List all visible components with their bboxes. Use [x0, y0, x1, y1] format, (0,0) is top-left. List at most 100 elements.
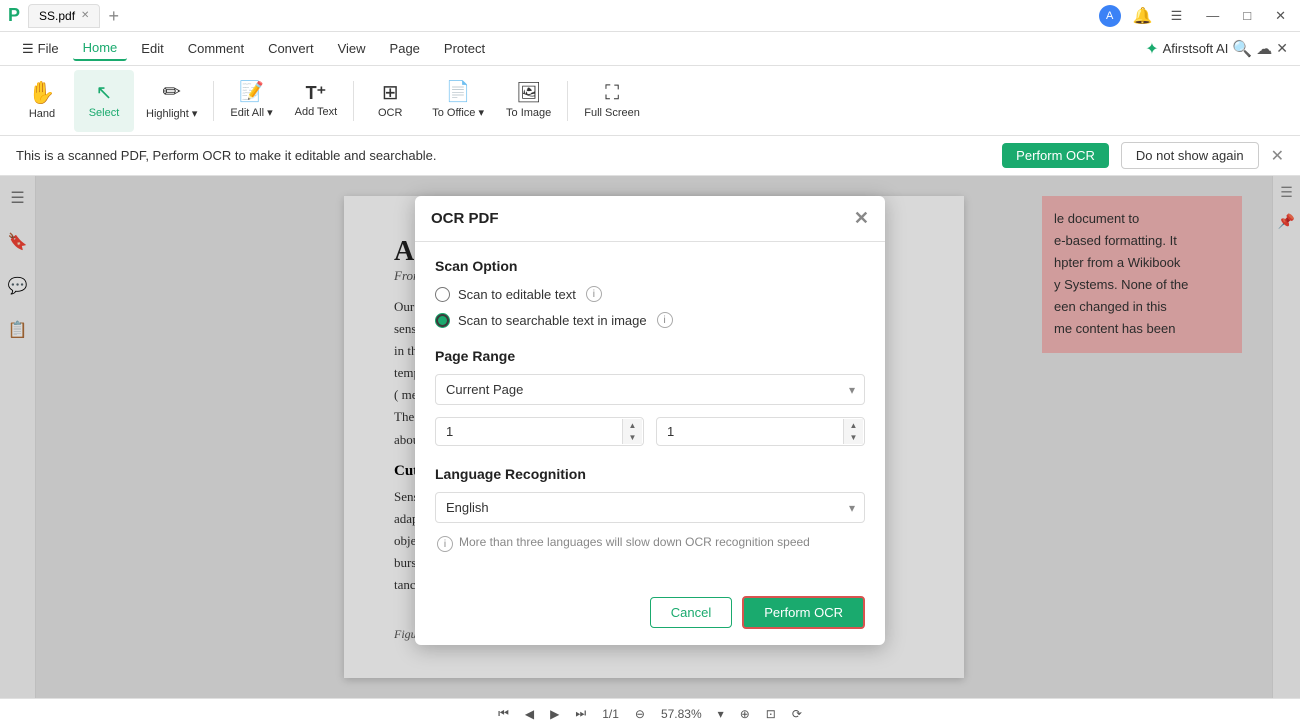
hand-label: Hand [29, 108, 55, 120]
range-to-increment[interactable]: ▲ [843, 419, 863, 432]
status-bar: ⏮ ◀ ▶ ⏭ 1/1 ⊖ 57.83% ▾ ⊕ ⊡ ⟳ [0, 698, 1300, 728]
menu-convert[interactable]: Convert [258, 37, 324, 60]
menu-protect[interactable]: Protect [434, 37, 495, 60]
language-section: Language Recognition English Chinese Fre… [435, 466, 865, 552]
modal-header: OCR PDF ✕ [415, 196, 885, 242]
to-office-icon: 📄 [446, 82, 471, 102]
radio1-info-icon[interactable]: i [586, 286, 602, 302]
notif-close-icon[interactable]: ✕ [1271, 146, 1284, 166]
file-tab[interactable]: SS.pdf ✕ [28, 4, 100, 28]
hand-icon: ✋ [28, 82, 55, 104]
full-screen-label: Full Screen [584, 107, 640, 119]
to-image-label: To Image [506, 107, 551, 119]
lang-note-text: More than three languages will slow down… [459, 535, 810, 549]
new-tab-button[interactable]: + [108, 7, 119, 25]
perform-ocr-button[interactable]: Perform OCR [742, 596, 865, 629]
select-tool-button[interactable]: ↖ Select [74, 70, 134, 132]
select-label: Select [89, 107, 120, 119]
close-button[interactable]: ✕ [1269, 6, 1292, 26]
cancel-button[interactable]: Cancel [650, 597, 732, 628]
radio2-info-icon[interactable]: i [657, 312, 673, 328]
notification-bar: This is a scanned PDF, Perform OCR to ma… [0, 136, 1300, 176]
ocr-dialog: OCR PDF ✕ Scan Option Scan to editable t… [415, 196, 885, 645]
range-from-group: ▲ ▼ [435, 417, 644, 446]
scan-editable-radio[interactable] [435, 287, 450, 302]
minimize-button[interactable]: — [1200, 6, 1225, 25]
menu-view[interactable]: View [328, 37, 376, 60]
ai-star-icon: ✦ [1145, 39, 1158, 59]
range-inputs: ▲ ▼ ▲ ▼ [435, 417, 865, 446]
tab-close-icon[interactable]: ✕ [81, 10, 89, 21]
radio-item-1: Scan to editable text i [435, 286, 865, 302]
search-icon[interactable]: 🔍 [1232, 39, 1252, 59]
title-bar-left: P SS.pdf ✕ + [8, 4, 119, 28]
bell-icon[interactable]: 🔔 [1133, 6, 1153, 26]
zoom-level: 57.83% [661, 707, 702, 721]
full-screen-button[interactable]: ⛶ Full Screen [574, 70, 650, 132]
menu-page[interactable]: Page [380, 37, 430, 60]
scan-option-title: Scan Option [435, 258, 865, 274]
do-not-show-button[interactable]: Do not show again [1121, 142, 1259, 169]
add-text-button[interactable]: T⁺ Add Text [285, 70, 348, 132]
menu-home[interactable]: Home [73, 36, 128, 61]
range-to-decrement[interactable]: ▼ [843, 432, 863, 445]
scan-options: Scan to editable text i Scan to searchab… [435, 286, 865, 328]
title-bar: P SS.pdf ✕ + A 🔔 ☰ — □ ✕ [0, 0, 1300, 32]
edit-all-label: Edit All ▾ [230, 106, 272, 119]
page-range-select-wrapper: Current Page All Pages Custom Range ▾ [435, 374, 865, 405]
modal-overlay: OCR PDF ✕ Scan Option Scan to editable t… [0, 176, 1300, 698]
range-from-stepper: ▲ ▼ [622, 419, 642, 444]
menu-edit[interactable]: Edit [131, 37, 173, 60]
hamburger-menu-icon: ☰ [22, 41, 34, 57]
ai-label: Afirstsoft AI [1163, 41, 1229, 56]
to-office-button[interactable]: 📄 To Office ▾ [422, 70, 494, 132]
next-page-button[interactable]: ▶ [550, 707, 559, 721]
add-text-label: Add Text [295, 106, 338, 118]
lang-note-info-icon: i [437, 536, 453, 552]
scan-searchable-radio[interactable] [435, 313, 450, 328]
notification-text: This is a scanned PDF, Perform OCR to ma… [16, 148, 990, 163]
toolbar-separator-1 [213, 81, 214, 121]
first-page-button[interactable]: ⏮ [498, 706, 509, 721]
page-number: 1/1 [602, 707, 619, 721]
zoom-out-button[interactable]: ⊖ [635, 707, 645, 721]
hamburger-icon[interactable]: ☰ [1165, 6, 1189, 26]
range-from-decrement[interactable]: ▼ [622, 432, 642, 445]
zoom-dropdown-icon[interactable]: ▾ [718, 707, 724, 721]
page-range-title: Page Range [435, 348, 865, 364]
language-select[interactable]: English Chinese French German Spanish [435, 492, 865, 523]
highlight-tool-button[interactable]: ✏ Highlight ▾ [136, 70, 207, 132]
last-page-button[interactable]: ⏭ [575, 706, 586, 721]
panel-close-icon[interactable]: ✕ [1276, 40, 1288, 57]
range-to-stepper: ▲ ▼ [843, 419, 863, 444]
range-from-input[interactable] [435, 417, 644, 446]
modal-close-icon[interactable]: ✕ [854, 208, 869, 229]
range-to-input[interactable] [656, 417, 865, 446]
hand-tool-button[interactable]: ✋ Hand [12, 70, 72, 132]
prev-page-button[interactable]: ◀ [525, 707, 534, 721]
modal-footer: Cancel Perform OCR [415, 584, 885, 645]
cloud-icon[interactable]: ☁ [1256, 39, 1272, 59]
to-image-button[interactable]: 🖼 To Image [496, 70, 561, 132]
fit-page-button[interactable]: ⊡ [766, 707, 776, 721]
edit-all-button[interactable]: 📝 Edit All ▾ [220, 70, 282, 132]
to-image-icon: 🖼 [516, 83, 541, 103]
zoom-in-button[interactable]: ⊕ [740, 707, 750, 721]
ocr-button[interactable]: ⊞ OCR [360, 70, 420, 132]
main-area: ☰ 🔖 💬 📋 Anatom stem From Wikibooks¹ Our … [0, 176, 1300, 698]
ocr-label: OCR [378, 107, 402, 119]
to-office-label: To Office ▾ [432, 106, 484, 119]
page-range-select[interactable]: Current Page All Pages Custom Range [435, 374, 865, 405]
select-icon: ↖ [96, 83, 113, 103]
menu-comment[interactable]: Comment [178, 37, 254, 60]
range-from-increment[interactable]: ▲ [622, 419, 642, 432]
rotate-button[interactable]: ⟳ [792, 707, 802, 721]
menu-file[interactable]: ☰ File [12, 37, 69, 61]
tab-label: SS.pdf [39, 9, 75, 23]
ocr-icon: ⊞ [382, 83, 399, 103]
highlight-label: Highlight ▾ [146, 107, 197, 120]
perform-ocr-notif-button[interactable]: Perform OCR [1002, 143, 1109, 168]
language-note: i More than three languages will slow do… [435, 535, 865, 552]
maximize-button[interactable]: □ [1237, 6, 1257, 25]
ai-menu-item[interactable]: ✦ Afirstsoft AI [1145, 39, 1228, 59]
